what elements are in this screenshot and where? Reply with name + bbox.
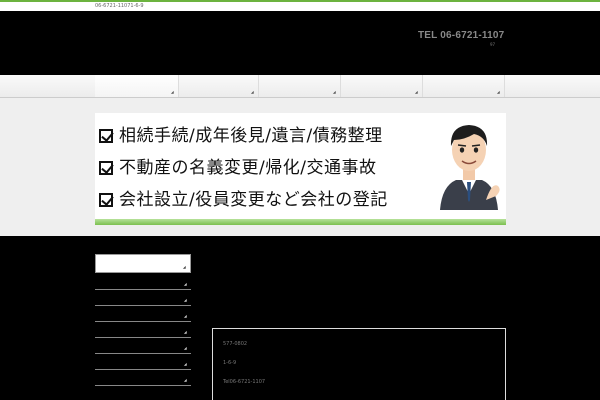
sidebar-arrow-icon bbox=[183, 298, 189, 304]
banner-line-1: 相続手続/成年後見/遺言/債務整理 bbox=[99, 121, 383, 146]
nav-item-5[interactable] bbox=[423, 75, 505, 97]
checkbox-icon bbox=[99, 129, 113, 143]
checkbox-icon bbox=[99, 193, 113, 207]
nav-arrow-icon bbox=[496, 90, 502, 96]
sidebar-arrow-icon bbox=[183, 282, 189, 288]
nav-item-4[interactable] bbox=[341, 75, 423, 97]
banner-line-2-text: 不動産の名義変更/帰化/交通事故 bbox=[119, 158, 377, 178]
sidebar-item[interactable] bbox=[95, 372, 191, 386]
header-phone[interactable]: TEL 06-6721-1107 bbox=[418, 30, 504, 41]
sidebar-arrow-icon bbox=[183, 330, 189, 336]
info-phone[interactable]: Tel06-6721-1107 bbox=[223, 379, 265, 385]
services-banner[interactable]: 相続手続/成年後見/遺言/債務整理 不動産の名義変更/帰化/交通事故 会社設立/… bbox=[95, 113, 506, 225]
sidebar-item[interactable] bbox=[95, 308, 191, 322]
banner-line-2: 不動産の名義変更/帰化/交通事故 bbox=[99, 153, 376, 178]
nav-arrow-icon bbox=[414, 90, 420, 96]
sidebar-item[interactable] bbox=[95, 292, 191, 306]
sidebar-selected-item[interactable] bbox=[95, 254, 191, 273]
nav-item-2[interactable] bbox=[179, 75, 259, 97]
sidebar-arrow-icon bbox=[183, 346, 189, 352]
site-header: TEL 06-6721-1107 97 bbox=[0, 11, 600, 75]
sidebar-arrow-icon bbox=[183, 314, 189, 320]
nav-item-1[interactable] bbox=[95, 75, 179, 97]
info-address: 1-6-9 bbox=[223, 360, 237, 366]
sidebar-arrow-icon bbox=[182, 265, 188, 271]
sidebar-item[interactable] bbox=[95, 276, 191, 290]
global-nav bbox=[0, 75, 600, 98]
top-bar-text: 06-6721-11071-6-9 bbox=[95, 3, 144, 9]
top-bar: 06-6721-11071-6-9 bbox=[0, 2, 600, 11]
info-postal: 577-0802 bbox=[223, 341, 248, 347]
banner-accent-bar bbox=[95, 219, 506, 225]
nav-arrow-icon bbox=[332, 90, 338, 96]
banner-line-3: 会社設立/役員変更など会社の登記 bbox=[99, 185, 388, 210]
nav-arrow-icon bbox=[250, 90, 256, 96]
sidebar-arrow-icon bbox=[183, 362, 189, 368]
staff-avatar-illustration bbox=[440, 125, 500, 210]
sidebar-arrow-icon bbox=[183, 378, 189, 384]
contact-info-box: 577-0802 1-6-9 Tel06-6721-1107 bbox=[212, 328, 506, 400]
checkbox-icon bbox=[99, 161, 113, 175]
nav-item-3[interactable] bbox=[259, 75, 341, 97]
header-phone-sub: 97 bbox=[490, 42, 496, 47]
sidebar-item[interactable] bbox=[95, 356, 191, 370]
sidebar-item[interactable] bbox=[95, 324, 191, 338]
nav-arrow-icon bbox=[170, 90, 176, 96]
banner-line-1-text: 相続手続/成年後見/遺言/債務整理 bbox=[119, 126, 383, 146]
sidebar-item[interactable] bbox=[95, 340, 191, 354]
banner-line-3-text: 会社設立/役員変更など会社の登記 bbox=[119, 190, 388, 210]
